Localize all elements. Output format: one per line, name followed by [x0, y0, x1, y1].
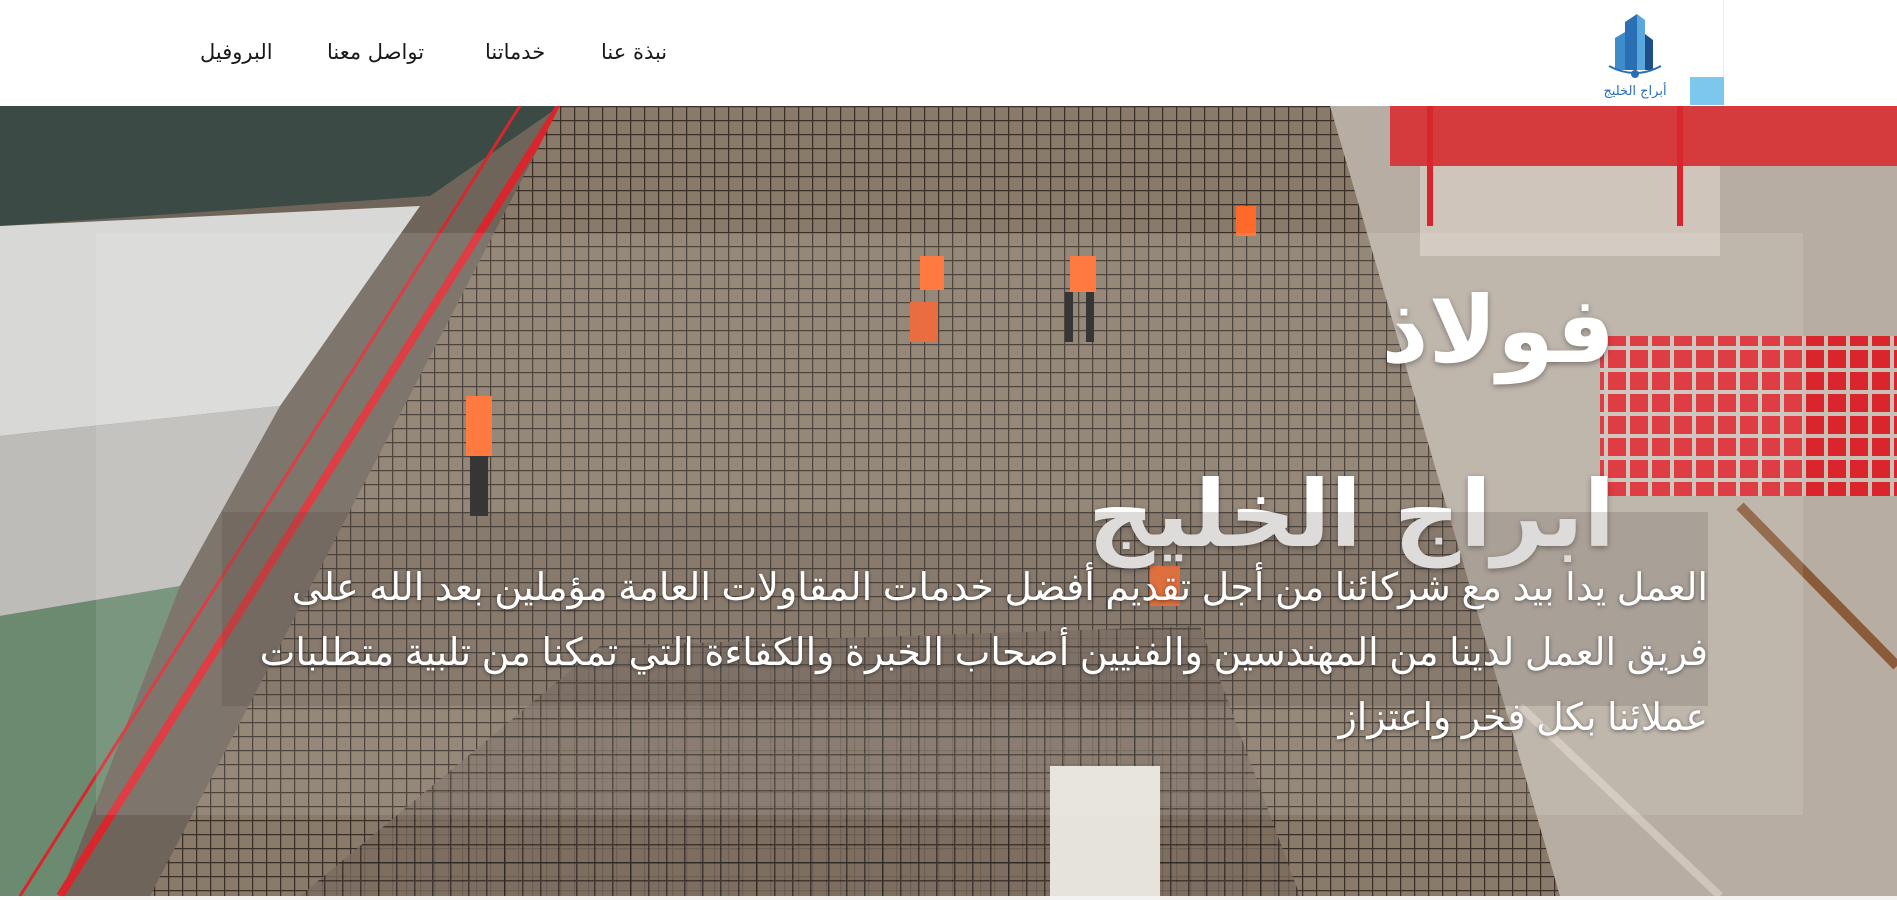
logo[interactable]: أبراج الخليج: [1595, 8, 1675, 103]
site-header: نبذة عنا خدماتنا تواصل معنا البروفيل أبر…: [0, 0, 1897, 106]
hero-title: فولاذ: [1381, 276, 1615, 384]
nav-item-about[interactable]: نبذة عنا: [601, 36, 667, 68]
page-bottom-divider: [40, 896, 1897, 900]
nav-item-contact[interactable]: تواصل معنا: [327, 36, 424, 68]
accent-square: [1690, 77, 1724, 105]
logo-towers-icon: [1608, 14, 1662, 78]
nav-item-services[interactable]: خدماتنا: [485, 36, 545, 68]
logo-text: أبراج الخليج: [1603, 84, 1667, 99]
nav-item-profile[interactable]: البروفيل: [200, 36, 273, 68]
hero-description: العمل يدا بيد مع شركائنا من أجل تقديم أف…: [259, 567, 1708, 739]
